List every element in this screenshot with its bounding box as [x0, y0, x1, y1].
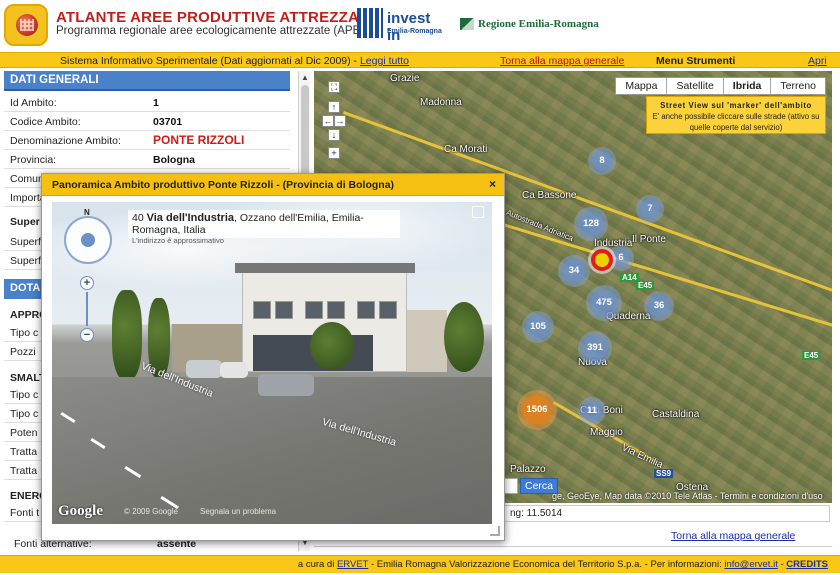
top-bar: Sistema Informativo Sperimentale (Dati a…	[0, 52, 840, 68]
credits-link[interactable]: CREDITS	[786, 559, 828, 570]
ervet-link[interactable]: ERVET	[337, 559, 368, 570]
resize-handle-icon[interactable]	[490, 526, 500, 536]
map-type-terreno[interactable]: Terreno	[770, 78, 825, 94]
report-problem-link[interactable]: Segnala un problema	[200, 507, 276, 516]
place-label: Ca Bassone	[522, 190, 577, 201]
tree	[310, 322, 354, 370]
streetview-note: Street View sul 'marker' dell'ambito E' …	[646, 96, 826, 134]
expand-icon[interactable]	[472, 206, 484, 218]
scroll-up-icon[interactable]: ▲	[300, 73, 310, 83]
place-label: Castaldina	[652, 409, 700, 420]
cluster-marker[interactable]: 8	[592, 151, 612, 171]
pan-down-icon[interactable]: ↓	[328, 129, 340, 141]
place-label: Via Emilia	[619, 442, 665, 471]
pan-right-icon[interactable]: →	[334, 115, 346, 127]
building	[407, 310, 447, 372]
streetview-popup: Panoramica Ambito produttivo Ponte Rizzo…	[41, 173, 505, 541]
place-label: Il Ponte	[632, 234, 666, 245]
map-fullscreen-icon[interactable]: ⛶	[328, 81, 340, 93]
place-label: Maggio	[590, 427, 623, 438]
read-all-link[interactable]: Leggi tutto	[360, 55, 409, 67]
google-logo: Google	[58, 503, 103, 519]
cluster-marker[interactable]: 105	[526, 315, 550, 339]
section-title-dati-generali: DATI GENERALI	[4, 71, 290, 91]
regione-logo[interactable]: Regione Emilia-Romagna	[460, 18, 599, 31]
email-link[interactable]: info@ervet.it	[724, 559, 777, 570]
map-type-satellite[interactable]: Satellite	[666, 78, 722, 94]
back-to-map-link[interactable]: Torna alla mappa generale	[500, 55, 624, 67]
open-menu-link[interactable]: Apri	[808, 55, 827, 67]
place-label: Grazie	[390, 73, 420, 84]
zoom-out-icon[interactable]: −	[80, 328, 94, 342]
highway-shield: E45	[636, 281, 655, 290]
cluster-marker[interactable]: 7	[640, 199, 660, 219]
copyright-text: © 2009 Google	[124, 507, 178, 516]
cluster-marker[interactable]: 36	[648, 295, 670, 317]
streetview-zoom: + −	[76, 276, 98, 342]
car	[258, 374, 314, 396]
zoom-in-icon[interactable]: +	[328, 147, 340, 159]
cluster-marker[interactable]: 475	[590, 289, 618, 317]
investin-logo[interactable]: invest in Emilia-Romagna	[357, 8, 447, 44]
cluster-marker[interactable]: 34	[562, 259, 586, 283]
place-label: Autostrada Adriatica	[504, 207, 575, 244]
tree	[112, 290, 142, 380]
car	[186, 360, 222, 378]
back-to-map-link-bottom[interactable]: Torna alla mappa generale	[671, 530, 795, 542]
menu-tools-label: Menu Strumenti	[656, 55, 736, 67]
app-title: ATLANTE AREE PRODUTTIVE ATTREZZATE	[56, 9, 378, 26]
close-icon[interactable]: ×	[489, 177, 496, 191]
place-label: Industria	[594, 238, 633, 249]
pan-up-icon[interactable]: ↑	[328, 101, 340, 113]
popup-title: Panoramica Ambito produttivo Ponte Rizzo…	[42, 174, 504, 196]
section-super: Super	[10, 216, 40, 228]
longitude-readout: ng: 11.5014	[503, 505, 830, 522]
zoom-in-icon[interactable]: +	[80, 276, 94, 290]
pan-hand-icon[interactable]	[81, 233, 95, 247]
map-type-mappa[interactable]: Mappa	[616, 78, 666, 94]
info-text: Sistema Informativo Sperimentale (Dati a…	[60, 55, 410, 67]
address-box: 40 Via dell'Industria, Ozzano dell'Emili…	[128, 210, 400, 245]
map-attribution: ge, GeoEye, Map data ©2010 Tele Atlas - …	[552, 491, 823, 501]
map-type-ibrida[interactable]: Ibrida	[722, 78, 771, 94]
row-id-ambito: Id Ambito: 1	[4, 93, 290, 112]
cluster-marker[interactable]: 6	[612, 249, 630, 267]
highway-shield: E45	[802, 351, 821, 360]
footer: a cura di ERVET - Emilia Romagna Valoriz…	[0, 555, 840, 573]
place-label: Palazzo	[510, 464, 546, 475]
ambito-marker[interactable]	[591, 249, 613, 271]
road-surface	[52, 377, 492, 524]
compass-control[interactable]: N	[60, 208, 116, 264]
cluster-marker[interactable]: 1506	[522, 395, 552, 425]
highway-shield: SS9	[654, 469, 674, 478]
cluster-marker[interactable]: 391	[582, 335, 608, 361]
row-codice-ambito: Codice Ambito: 03701	[4, 112, 290, 131]
search-button[interactable]: Cerca	[520, 478, 558, 494]
divider	[314, 546, 832, 547]
apea-logo	[4, 4, 48, 46]
map-type-selector: Mappa Satellite Ibrida Terreno	[615, 77, 826, 95]
car	[220, 362, 248, 378]
place-label: Madonna	[420, 97, 462, 108]
app-subtitle: Programma regionale aree ecologicamente …	[56, 25, 372, 37]
tree	[444, 302, 484, 372]
streetview-panorama[interactable]: Via dell'Industria Via dell'Industria N …	[52, 202, 492, 524]
pan-left-icon[interactable]: ←	[322, 115, 334, 127]
cluster-marker[interactable]: 11	[582, 401, 602, 421]
cluster-marker[interactable]: 128	[578, 211, 604, 237]
header: ATLANTE AREE PRODUTTIVE ATTREZZATE Progr…	[0, 0, 840, 52]
row-denominazione: Denominazione Ambito: PONTE RIZZOLI	[4, 131, 290, 150]
row-provincia: Provincia: Bologna	[4, 150, 290, 169]
place-label: Ca Morati	[444, 144, 488, 155]
